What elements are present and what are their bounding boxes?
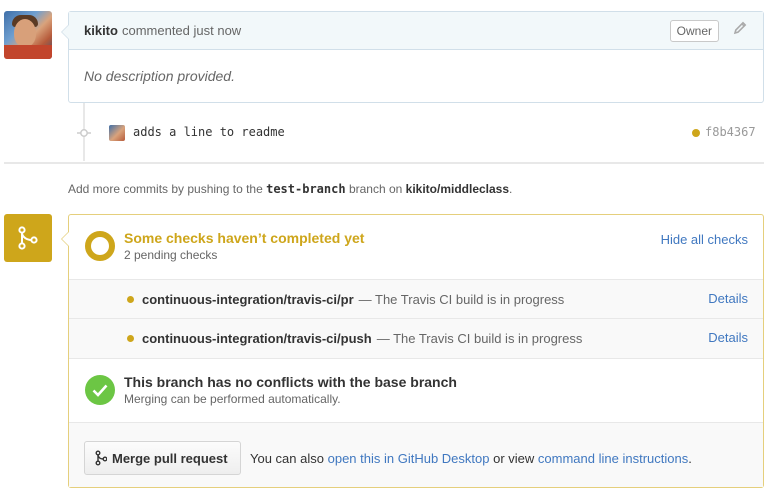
merge-hint: You can also open this in GitHub Desktop… (250, 451, 692, 466)
timeline-divider (4, 162, 764, 164)
push-note-suffix: . (509, 182, 513, 196)
check-row: continuous-integration/travis-ci/pr — Th… (69, 280, 763, 319)
command-line-instructions-link[interactable]: command line instructions (538, 451, 688, 466)
merge-hint-prefix: You can also (250, 451, 324, 466)
push-note: Add more commits by pushing to the test-… (68, 182, 512, 196)
merge-hint-middle: or view (493, 451, 535, 466)
pending-circle-icon (85, 231, 115, 261)
success-circle (85, 375, 115, 405)
check-details-link[interactable]: Details (708, 330, 748, 345)
check-name: continuous-integration/travis-ci/push (142, 331, 372, 346)
hide-all-checks-link[interactable]: Hide all checks (661, 232, 748, 247)
check-name: continuous-integration/travis-ci/pr (142, 291, 354, 307)
merge-box: Some checks haven’t completed yet 2 pend… (61, 214, 764, 488)
author-avatar[interactable] (4, 11, 52, 59)
check-row: continuous-integration/travis-ci/push — … (69, 319, 763, 358)
merge-actions: Merge pull request You can also open thi… (69, 423, 763, 487)
comment-header: kikito commented just now (69, 12, 763, 50)
avatar-face (14, 19, 36, 47)
push-note-prefix: Add more commits by pushing to the (68, 182, 263, 196)
check-description: — The Travis CI build is in progress (358, 291, 565, 307)
commit-sha[interactable]: f8b4367 (705, 125, 756, 139)
status-header: Some checks haven’t completed yet 2 pend… (69, 215, 763, 280)
checks-list: continuous-integration/travis-ci/pr — Th… (69, 280, 763, 359)
push-note-middle: branch on (348, 182, 403, 196)
status-subtitle: 2 pending checks (124, 248, 218, 262)
commit-status-dot[interactable] (692, 129, 700, 137)
check-icon (92, 384, 108, 397)
comment-action[interactable]: commented just now (122, 23, 241, 38)
merge-hint-suffix: . (688, 451, 692, 466)
status-title: Some checks haven’t completed yet (124, 230, 365, 246)
commit-icon (77, 129, 91, 137)
conflict-status: This branch has no conflicts with the ba… (69, 359, 763, 423)
commit-message[interactable]: adds a line to readme (133, 125, 285, 139)
push-note-repo: kikito/middleclass (405, 182, 510, 196)
pencil-icon[interactable] (733, 21, 749, 39)
git-merge-icon (95, 450, 107, 466)
conflict-subtitle: Merging can be performed automatically. (124, 392, 341, 406)
owner-badge: Owner (669, 20, 719, 42)
commit-avatar[interactable] (109, 125, 125, 141)
push-note-branch: test-branch (266, 182, 346, 196)
comment-body: No description provided. (84, 68, 235, 84)
merge-button-label: Merge pull request (112, 450, 228, 466)
merge-pull-request-button[interactable]: Merge pull request (84, 441, 241, 475)
conflict-title: This branch has no conflicts with the ba… (124, 374, 457, 390)
check-status-dot (127, 296, 134, 303)
git-merge-icon (18, 226, 38, 250)
comment-box: kikito commented just now Owner No descr… (61, 11, 764, 103)
check-status-dot (127, 335, 134, 342)
comment-author[interactable]: kikito (84, 23, 118, 38)
check-description: — The Travis CI build is in progress (376, 331, 583, 346)
check-details-link[interactable]: Details (708, 291, 748, 306)
open-desktop-link[interactable]: open this in GitHub Desktop (328, 451, 490, 466)
merge-status-badge (4, 214, 52, 262)
avatar-shirt (4, 45, 52, 59)
